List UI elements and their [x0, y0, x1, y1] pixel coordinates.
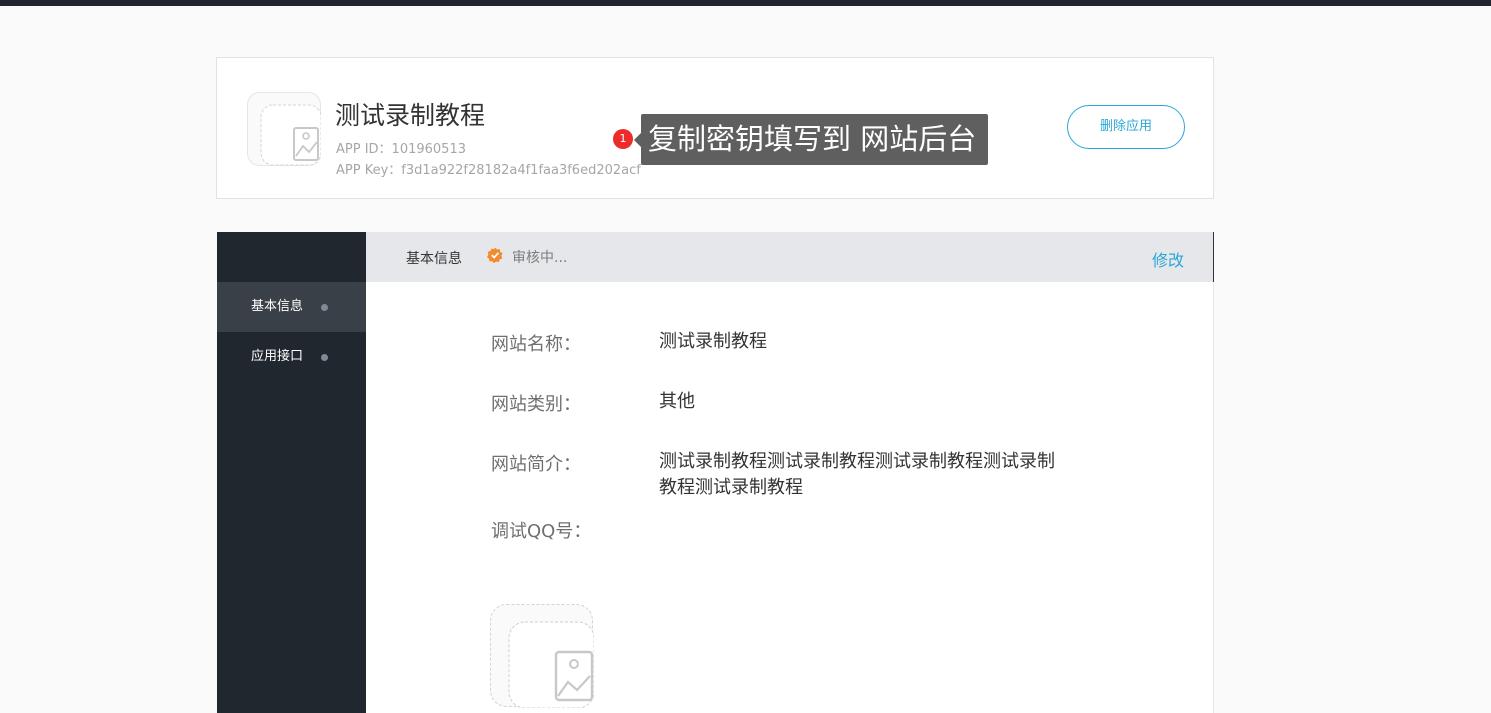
annotation-tooltip: 复制密钥填写到 网站后台 — [634, 114, 988, 165]
qq-label: 调试QQ号： — [491, 521, 592, 542]
app-key: APP Key：f3d1a922f28182a4f1faa3f6ed202acf — [336, 163, 641, 178]
sidebar-item-app-interface[interactable]: 应用接口 — [217, 332, 366, 382]
site-desc-value: 测试录制教程测试录制教程测试录制教程测试录制教程测试录制教程 — [659, 451, 1055, 498]
sidebar: 基本信息 应用接口 — [217, 232, 366, 713]
image-placeholder-icon[interactable] — [490, 604, 594, 708]
sidebar-item-label: 基本信息 — [251, 299, 304, 314]
panel-title: 基本信息 — [406, 251, 462, 267]
site-type-value: 其他 — [659, 391, 695, 412]
dot-icon — [321, 354, 328, 361]
site-type-label: 网站类别： — [491, 394, 581, 415]
sidebar-item-label: 应用接口 — [251, 349, 304, 364]
top-bar — [0, 0, 1491, 6]
site-name-value: 测试录制教程 — [659, 331, 767, 352]
site-name-label: 网站名称： — [491, 334, 581, 355]
annotation-badge: 1 — [613, 129, 633, 149]
app-id: APP ID：101960513 — [336, 142, 466, 157]
delete-app-button[interactable]: 删除应用 — [1067, 105, 1185, 149]
panel-header: 基本信息 审核中... 修改 — [366, 232, 1214, 282]
dot-icon — [321, 304, 328, 311]
image-placeholder-icon — [247, 92, 321, 166]
edit-link[interactable]: 修改 — [1152, 247, 1184, 271]
sidebar-item-basic-info[interactable]: 基本信息 — [217, 282, 366, 332]
verified-badge-icon — [487, 247, 503, 263]
app-name: 测试录制教程 — [335, 101, 486, 130]
site-desc-label: 网站简介： — [491, 454, 581, 475]
basic-info-panel: 基本信息 审核中... 修改 网站名称： 测试录制教程 网站类别： 其他 网站简… — [366, 232, 1214, 713]
review-status: 审核中... — [512, 250, 568, 266]
